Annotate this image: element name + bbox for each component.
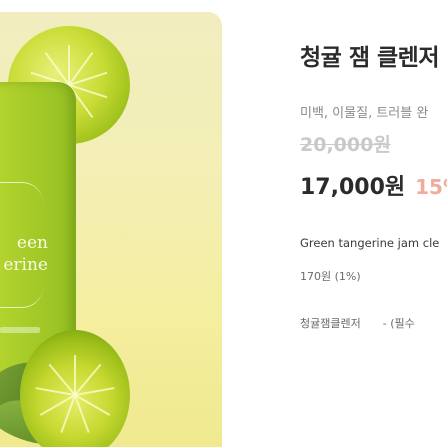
original-price: 20,000원 xyxy=(300,134,391,156)
option-required-label: - (필수 xyxy=(382,317,415,330)
tube-small-text xyxy=(0,327,40,333)
discount-rate: 15% xyxy=(415,175,447,199)
product-image: een erine xyxy=(0,12,222,447)
product-subtitle: 미백, 이물질, 트러블 완 xyxy=(300,106,429,121)
sale-price: 17,000원 xyxy=(300,175,406,200)
product-title: 청귤 잼 클렌저 xyxy=(300,45,439,71)
tube-label-line1: een xyxy=(16,233,48,253)
option-selector[interactable]: 청귤잼클렌저 - (필수 xyxy=(300,315,415,331)
price-row: 17,000원 15% xyxy=(300,169,447,201)
tube-label: een erine xyxy=(0,232,48,276)
option-name: 청귤잼클렌저 xyxy=(300,317,361,330)
tube-label-line2: erine xyxy=(3,255,48,275)
product-info: 청귤 잼 클렌저 미백, 이물질, 트러블 완 20,000원 17,000원 1… xyxy=(300,0,447,447)
product-english-name: Green tangerine jam cle xyxy=(300,236,440,250)
tangerine-slice-bottom xyxy=(20,330,130,447)
tube-decoration-line xyxy=(0,287,43,308)
tube-decoration-line xyxy=(0,182,43,203)
reward-points: 170원 (1%) xyxy=(300,270,361,283)
